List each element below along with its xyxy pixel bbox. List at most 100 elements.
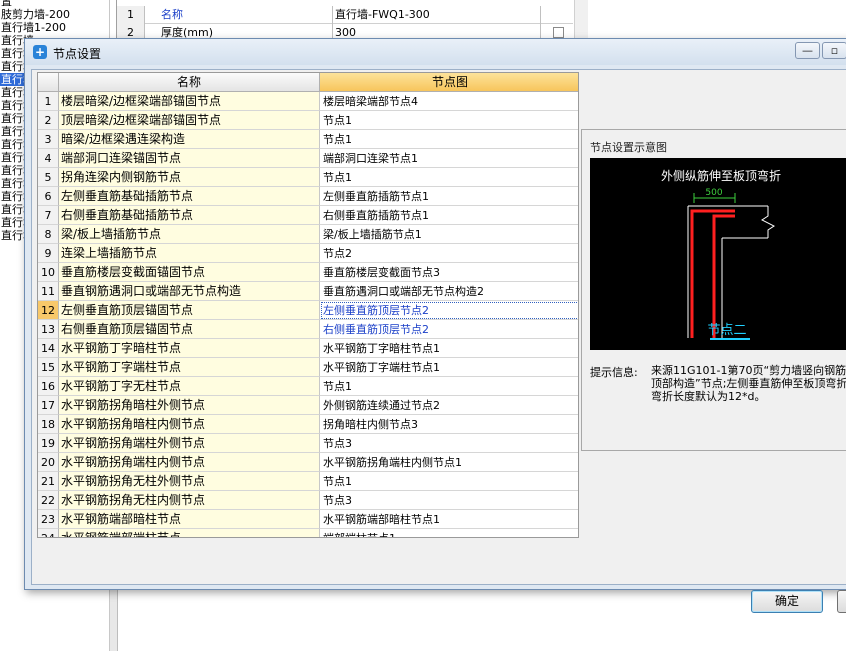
row-number: 14 xyxy=(38,339,59,358)
node-column-header[interactable]: 节点图 xyxy=(320,73,578,92)
row-number-header xyxy=(38,73,59,92)
setting-name-cell[interactable]: 垂直钢筋遇洞口或端部无节点构造 xyxy=(59,282,320,301)
property-row[interactable]: 1 名称 直行墙-FWQ1-300 xyxy=(117,6,573,24)
tree-item[interactable]: 肢剪力墙-200 xyxy=(0,8,70,21)
setting-name-cell[interactable]: 水平钢筋端部端柱节点 xyxy=(59,529,320,537)
node-value-cell[interactable]: 外侧钢筋连续通过节点2 xyxy=(320,396,578,415)
dialog-client: 名称 节点图 1 楼层暗梁/边框梁端部锚固节点 楼层暗梁端部节点4 2 顶层暗梁/边框梁… xyxy=(31,69,846,613)
setting-name-cell[interactable]: 楼层暗梁/边框梁端部锚固节点 xyxy=(59,92,320,111)
node-value-cell[interactable]: 水平钢筋丁字端柱节点1 xyxy=(320,358,578,377)
node-value-cell[interactable]: 节点1 xyxy=(320,130,578,149)
table-row[interactable]: 21 水平钢筋拐角无柱外侧节点 节点1 xyxy=(38,472,578,491)
setting-name-cell[interactable]: 水平钢筋拐角无柱内侧节点 xyxy=(59,491,320,510)
dimension-label: 500 xyxy=(705,188,722,198)
setting-name-cell[interactable]: 右侧垂直筋基础插筋节点 xyxy=(59,206,320,225)
node-value-cell[interactable]: 节点2 xyxy=(320,244,578,263)
node-value-cell[interactable]: 水平钢筋拐角端柱内侧节点1 xyxy=(320,453,578,472)
setting-name-cell[interactable]: 梁/板上墙插筋节点 xyxy=(59,225,320,244)
table-row[interactable]: 11 垂直钢筋遇洞口或端部无节点构造 垂直筋遇洞口或端部无节点构造2 xyxy=(38,282,578,301)
setting-name-cell[interactable]: 暗梁/边框梁遇连梁构造 xyxy=(59,130,320,149)
node-value-cell[interactable]: 右侧垂直筋插筋节点1 xyxy=(320,206,578,225)
node-table[interactable]: 名称 节点图 1 楼层暗梁/边框梁端部锚固节点 楼层暗梁端部节点4 2 顶层暗梁/边框梁… xyxy=(37,72,579,538)
setting-name-cell[interactable]: 水平钢筋丁字端柱节点 xyxy=(59,358,320,377)
dialog-titlebar[interactable]: + 节点设置 — ▫ xyxy=(25,39,846,65)
table-row[interactable]: 14 水平钢筋丁字暗柱节点 水平钢筋丁字暗柱节点1 xyxy=(38,339,578,358)
table-row[interactable]: 9 连梁上墙插筋节点 节点2 xyxy=(38,244,578,263)
name-column-header[interactable]: 名称 xyxy=(59,73,320,92)
table-row[interactable]: 13 右侧垂直筋顶层锚固节点 右侧垂直筋顶层节点2 xyxy=(38,320,578,339)
tree-item[interactable]: 置 xyxy=(0,0,12,8)
row-number: 22 xyxy=(38,491,59,510)
table-row[interactable]: 18 水平钢筋拐角暗柱内侧节点 拐角暗柱内侧节点3 xyxy=(38,415,578,434)
node-value-cell[interactable]: 水平钢筋端部暗柱节点1 xyxy=(320,510,578,529)
restore-button[interactable]: ▫ xyxy=(822,42,846,59)
table-row[interactable]: 16 水平钢筋丁字无柱节点 节点1 xyxy=(38,377,578,396)
node-value-cell[interactable]: 右侧垂直筋顶层节点2 xyxy=(320,320,578,339)
setting-name-cell[interactable]: 端部洞口连梁锚固节点 xyxy=(59,149,320,168)
setting-name-cell[interactable]: 左侧垂直筋顶层锚固节点 xyxy=(59,301,320,320)
table-row[interactable]: 23 水平钢筋端部暗柱节点 水平钢筋端部暗柱节点1 xyxy=(38,510,578,529)
table-row[interactable]: 7 右侧垂直筋基础插筋节点 右侧垂直筋插筋节点1 xyxy=(38,206,578,225)
node-value-cell[interactable]: 左侧垂直筋顶层节点2 xyxy=(320,301,578,320)
cancel-button[interactable]: 取消 xyxy=(837,590,846,613)
table-row[interactable]: 1 楼层暗梁/边框梁端部锚固节点 楼层暗梁端部节点4 xyxy=(38,92,578,111)
setting-name-cell[interactable]: 水平钢筋端部暗柱节点 xyxy=(59,510,320,529)
ok-button[interactable]: 确定 xyxy=(751,590,823,613)
node-value-cell[interactable]: 垂直筋楼层变截面节点3 xyxy=(320,263,578,282)
setting-name-cell[interactable]: 右侧垂直筋顶层锚固节点 xyxy=(59,320,320,339)
node-value-cell[interactable]: 端部端柱节点1 xyxy=(320,529,578,537)
node-value-cell[interactable]: 节点1 xyxy=(320,377,578,396)
setting-name-cell[interactable]: 水平钢筋拐角端柱外侧节点 xyxy=(59,434,320,453)
setting-name-cell[interactable]: 水平钢筋丁字暗柱节点 xyxy=(59,339,320,358)
node-value-cell[interactable]: 节点1 xyxy=(320,168,578,187)
tree-item[interactable]: 直行墙1-200 xyxy=(0,21,66,34)
node-value-cell[interactable]: 楼层暗梁端部节点4 xyxy=(320,92,578,111)
node-value-cell[interactable]: 梁/板上墙插筋节点1 xyxy=(320,225,578,244)
property-value[interactable]: 直行墙-FWQ1-300 xyxy=(333,6,541,24)
property-row-number: 1 xyxy=(117,6,145,24)
diagram-title: 外侧纵筋伸至板顶弯折 xyxy=(661,168,781,183)
table-row[interactable]: 20 水平钢筋拐角端柱内侧节点 水平钢筋拐角端柱内侧节点1 xyxy=(38,453,578,472)
table-row[interactable]: 19 水平钢筋拐角端柱外侧节点 节点3 xyxy=(38,434,578,453)
attribute-checkbox[interactable] xyxy=(553,27,564,38)
table-row[interactable]: 24水平钢筋端部端柱节点端部端柱节点1 xyxy=(38,529,578,537)
screen: 置肢剪力墙-200 直行墙1-200 直行墙 直行墙 直行墙 直行墙 直行墙 直行墙 直行墙 直行… xyxy=(0,0,846,651)
row-number: 10 xyxy=(38,263,59,282)
node-value-cell[interactable]: 节点1 xyxy=(320,111,578,130)
row-number: 9 xyxy=(38,244,59,263)
table-row[interactable]: 6 左侧垂直筋基础插筋节点 左侧垂直筋插筋节点1 xyxy=(38,187,578,206)
setting-name-cell[interactable]: 水平钢筋拐角无柱外侧节点 xyxy=(59,472,320,491)
table-row[interactable]: 10 垂直筋楼层变截面锚固节点 垂直筋楼层变截面节点3 xyxy=(38,263,578,282)
node-value-cell[interactable]: 节点1 xyxy=(320,472,578,491)
node-value-cell[interactable]: 节点3 xyxy=(320,491,578,510)
node-value-cell[interactable]: 端部洞口连梁节点1 xyxy=(320,149,578,168)
table-row[interactable]: 4 端部洞口连梁锚固节点 端部洞口连梁节点1 xyxy=(38,149,578,168)
setting-name-cell[interactable]: 水平钢筋拐角暗柱内侧节点 xyxy=(59,415,320,434)
table-row[interactable]: 22 水平钢筋拐角无柱内侧节点 节点3 xyxy=(38,491,578,510)
setting-name-cell[interactable]: 左侧垂直筋基础插筋节点 xyxy=(59,187,320,206)
node-value-cell[interactable]: 垂直筋遇洞口或端部无节点构造2 xyxy=(320,282,578,301)
setting-name-cell[interactable]: 水平钢筋拐角暗柱外侧节点 xyxy=(59,396,320,415)
break-line xyxy=(761,206,775,238)
table-row[interactable]: 5 拐角连梁内侧钢筋节点 节点1 xyxy=(38,168,578,187)
setting-name-cell[interactable]: 拐角连梁内侧钢筋节点 xyxy=(59,168,320,187)
setting-name-cell[interactable]: 顶层暗梁/边框梁端部锚固节点 xyxy=(59,111,320,130)
node-value-cell[interactable]: 水平钢筋丁字暗柱节点1 xyxy=(320,339,578,358)
minimize-button[interactable]: — xyxy=(795,42,820,59)
node-value-cell[interactable]: 拐角暗柱内侧节点3 xyxy=(320,415,578,434)
setting-name-cell[interactable]: 垂直筋楼层变截面锚固节点 xyxy=(59,263,320,282)
table-row[interactable]: 15 水平钢筋丁字端柱节点 水平钢筋丁字端柱节点1 xyxy=(38,358,578,377)
row-number: 13 xyxy=(38,320,59,339)
preview-title: 节点设置示意图 xyxy=(590,141,667,154)
table-row[interactable]: 3 暗梁/边框梁遇连梁构造 节点1 xyxy=(38,130,578,149)
table-row[interactable]: 8 梁/板上墙插筋节点 梁/板上墙插筋节点1 xyxy=(38,225,578,244)
node-value-cell[interactable]: 节点3 xyxy=(320,434,578,453)
row-number: 24 xyxy=(38,529,59,537)
table-row[interactable]: 2 顶层暗梁/边框梁端部锚固节点 节点1 xyxy=(38,111,578,130)
setting-name-cell[interactable]: 连梁上墙插筋节点 xyxy=(59,244,320,263)
table-row[interactable]: 12 左侧垂直筋顶层锚固节点 左侧垂直筋顶层节点2 xyxy=(38,301,578,320)
table-row[interactable]: 17 水平钢筋拐角暗柱外侧节点 外侧钢筋连续通过节点2 xyxy=(38,396,578,415)
setting-name-cell[interactable]: 水平钢筋拐角端柱内侧节点 xyxy=(59,453,320,472)
setting-name-cell[interactable]: 水平钢筋丁字无柱节点 xyxy=(59,377,320,396)
node-value-cell[interactable]: 左侧垂直筋插筋节点1 xyxy=(320,187,578,206)
